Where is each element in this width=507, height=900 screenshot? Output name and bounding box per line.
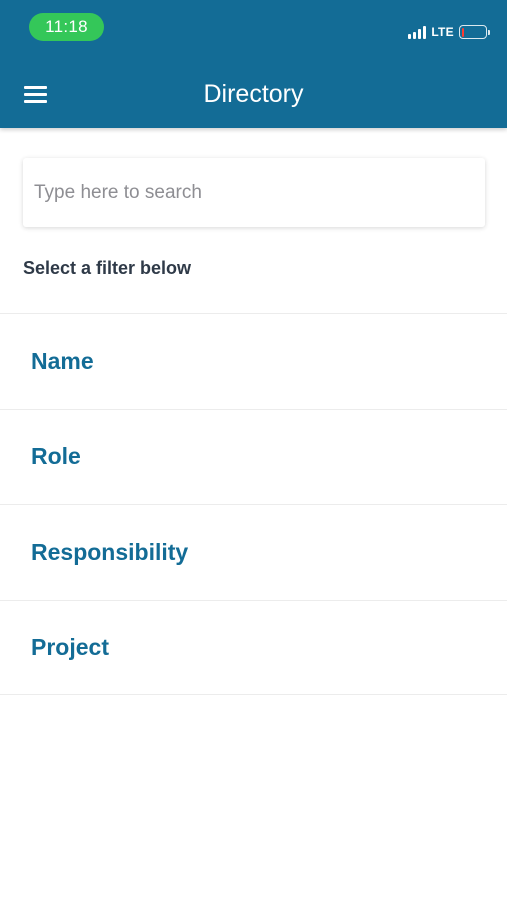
cellular-signal-icon [408,25,427,39]
status-indicators: LTE [408,22,490,42]
network-type: LTE [431,25,454,39]
filter-item-project[interactable]: Project [0,599,507,695]
filter-list: Name Role Responsibility Project [0,313,507,695]
filter-item-role[interactable]: Role [0,408,507,505]
filter-item-name[interactable]: Name [0,313,507,409]
page-title: Directory [203,80,304,108]
battery-icon [459,25,490,39]
filter-item-responsibility[interactable]: Responsibility [0,504,507,600]
search-box[interactable] [23,158,485,227]
filter-heading: Select a filter below [23,258,192,278]
app-screen: 11:18 LTE Directory Select a filter belo… [0,0,507,900]
search-input[interactable] [23,158,485,227]
status-time: 11:18 [29,13,104,41]
battery-level [461,27,464,37]
app-header: 11:18 LTE Directory [0,0,507,128]
